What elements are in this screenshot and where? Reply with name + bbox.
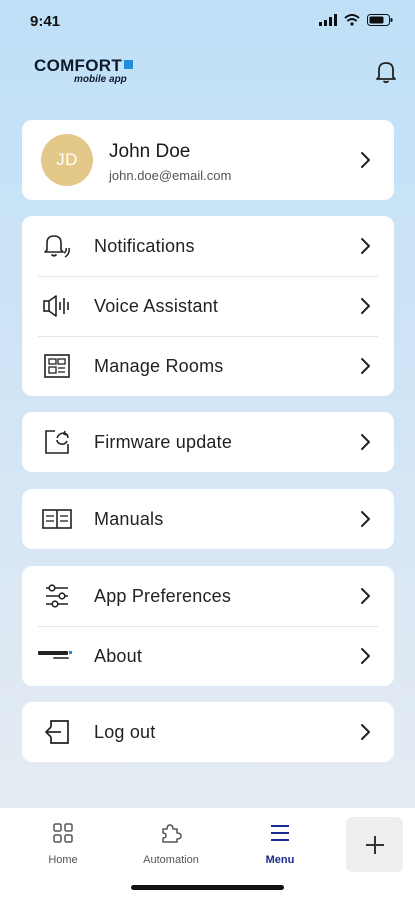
tab-label-automation: Automation	[143, 854, 199, 866]
settings-group-firmware: Firmware update	[22, 412, 394, 472]
menu-label-notifications: Notifications	[94, 235, 195, 256]
home-grid-icon	[53, 823, 73, 843]
profile-email: john.doe@email.com	[109, 168, 232, 183]
settings-group-app: App Preferences About	[22, 566, 394, 686]
notifications-bell-button[interactable]	[375, 60, 397, 89]
menu-item-voice-assistant[interactable]: Voice Assistant	[22, 276, 394, 336]
wifi-icon	[344, 14, 360, 26]
avatar: JD	[41, 134, 93, 186]
status-icons	[319, 14, 393, 26]
profile-card[interactable]: JD John Doe john.doe@email.com	[22, 120, 394, 200]
menu-label-app-preferences: App Preferences	[94, 585, 232, 606]
menu-label-manage-rooms: Manage Rooms	[94, 355, 224, 376]
menu-label-voice-assistant: Voice Assistant	[94, 295, 219, 316]
settings-group-primary: Notifications Voice Assistant Manage Roo…	[22, 216, 394, 396]
tab-home[interactable]: Home	[18, 822, 108, 866]
tab-automation[interactable]: Automation	[126, 822, 216, 866]
chevron-right-icon	[361, 152, 370, 168]
settings-group-manuals: Manuals	[22, 489, 394, 549]
rooms-grid-icon	[41, 351, 73, 381]
menu-item-manuals[interactable]: Manuals	[22, 489, 394, 549]
logo-main-text: COMFORT	[34, 56, 123, 75]
comfort-logo: COMFORT mobile app	[34, 56, 134, 85]
settings-group-logout: Log out	[22, 702, 394, 762]
chevron-right-icon	[361, 298, 370, 314]
menu-item-notifications[interactable]: Notifications	[22, 216, 394, 276]
profile-name: John Doe	[109, 141, 191, 162]
home-indicator	[131, 885, 284, 890]
chevron-right-icon	[361, 588, 370, 604]
logo-plus-icon	[124, 59, 134, 69]
chevron-right-icon	[361, 238, 370, 254]
menu-item-manage-rooms[interactable]: Manage Rooms	[22, 336, 394, 396]
comfort-logo-small-icon	[37, 641, 77, 671]
chevron-right-icon	[361, 434, 370, 450]
chevron-right-icon	[361, 358, 370, 374]
app-header: COMFORT mobile app	[0, 48, 415, 108]
menu-item-log-out[interactable]: Log out	[22, 702, 394, 762]
firmware-refresh-icon	[41, 427, 73, 457]
menu-label-firmware-update: Firmware update	[94, 431, 233, 452]
plus-icon	[365, 835, 384, 854]
speaker-voice-icon	[41, 291, 73, 321]
chevron-right-icon	[361, 648, 370, 664]
puzzle-icon	[162, 824, 182, 843]
battery-icon	[367, 14, 393, 26]
add-button[interactable]	[346, 817, 403, 872]
logo-sub-text: mobile app	[74, 74, 127, 85]
menu-label-manuals: Manuals	[94, 508, 164, 529]
tab-label-menu: Menu	[265, 854, 295, 866]
cellular-signal-icon	[319, 14, 337, 26]
status-time: 9:41	[30, 13, 61, 30]
sliders-icon	[41, 581, 73, 611]
chevron-right-icon	[361, 724, 370, 740]
status-bar: 9:41	[0, 0, 415, 48]
chevron-right-icon	[361, 511, 370, 527]
menu-item-firmware-update[interactable]: Firmware update	[22, 412, 394, 472]
logout-icon	[41, 717, 73, 747]
book-icon	[41, 504, 73, 534]
bell-sound-icon	[41, 231, 73, 261]
menu-item-about[interactable]: About	[22, 626, 394, 686]
tab-label-home: Home	[48, 854, 78, 866]
menu-item-app-preferences[interactable]: App Preferences	[22, 566, 394, 626]
bell-icon	[376, 62, 396, 84]
hamburger-menu-icon	[271, 825, 289, 841]
menu-label-about: About	[94, 645, 143, 666]
menu-label-log-out: Log out	[94, 721, 156, 742]
tab-menu[interactable]: Menu	[235, 822, 325, 866]
